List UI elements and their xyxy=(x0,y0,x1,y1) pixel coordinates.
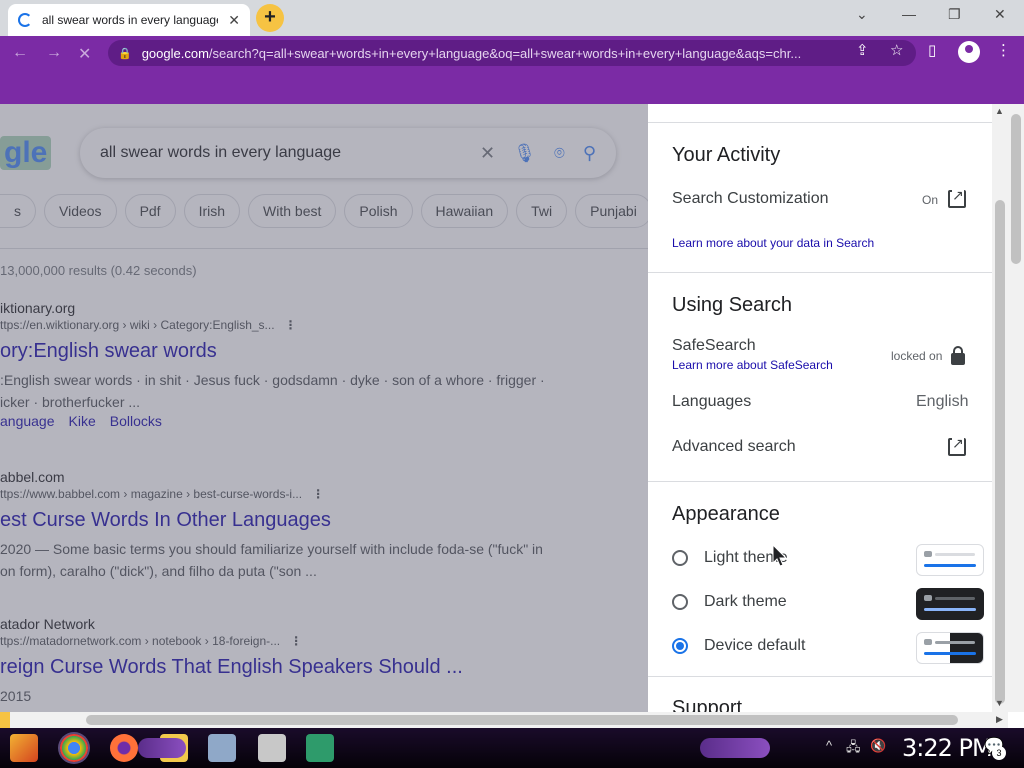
support-heading: Support xyxy=(672,697,743,712)
learn-more-data-link[interactable]: Learn more about your data in Search xyxy=(672,236,874,250)
dark-theme-radio[interactable] xyxy=(672,594,688,610)
advanced-search-label[interactable]: Advanced search xyxy=(672,438,796,456)
light-theme-preview[interactable] xyxy=(916,544,984,576)
loading-spinner-icon xyxy=(18,13,32,27)
tab-search-icon[interactable]: ⌄ xyxy=(856,6,868,23)
external-link-icon[interactable] xyxy=(948,187,966,208)
using-search-heading: Using Search xyxy=(672,294,793,316)
scrollbar-thumb[interactable] xyxy=(86,715,958,725)
appearance-heading: Appearance xyxy=(672,503,780,525)
volume-muted-icon[interactable]: 🔇 xyxy=(870,738,886,754)
dark-theme-label[interactable]: Dark theme xyxy=(704,593,787,611)
page-scrollbar[interactable] xyxy=(1008,104,1024,712)
publisher-icon[interactable] xyxy=(306,734,334,762)
back-button[interactable]: ← xyxy=(12,44,28,62)
lock-icon[interactable]: 🔒 xyxy=(118,47,132,60)
notification-count: 3 xyxy=(992,746,1006,760)
divider xyxy=(648,481,992,482)
bookmark-star-icon[interactable]: ☆ xyxy=(890,41,903,59)
toolbar: ← → ✕ 🔒 google.com/search?q=all+swear+wo… xyxy=(0,36,1024,70)
system-clock[interactable]: 3:22 PM xyxy=(902,734,993,762)
your-activity-heading: Your Activity xyxy=(672,144,781,166)
tab-title: all swear words in every language xyxy=(42,13,218,27)
external-link-icon[interactable] xyxy=(948,435,966,456)
scroll-up-arrow-icon[interactable]: ▲ xyxy=(995,106,1004,116)
divider xyxy=(648,272,992,273)
taskbar-decoration xyxy=(700,738,770,758)
network-icon[interactable]: 🖧 xyxy=(846,738,861,760)
search-customization-label[interactable]: Search Customization xyxy=(672,190,829,208)
scroll-right-arrow-icon[interactable]: ▶ xyxy=(996,714,1003,725)
bookmark-bar xyxy=(0,70,1024,104)
modal-scrim[interactable] xyxy=(0,104,648,712)
taskbar: ^ 🖧 🔇 3:22 PM 💬3 xyxy=(0,728,1024,768)
dark-theme-preview[interactable] xyxy=(916,588,984,620)
chrome-icon[interactable] xyxy=(60,734,88,762)
new-tab-button[interactable]: + xyxy=(256,4,284,32)
scrollbar-thumb[interactable] xyxy=(1011,114,1021,264)
restore-button[interactable]: ❐ xyxy=(948,6,961,23)
scroll-down-arrow-icon[interactable]: ▼ xyxy=(995,698,1004,708)
lock-icon xyxy=(951,346,965,365)
document-viewer-icon[interactable] xyxy=(258,734,286,762)
tab-close-icon[interactable]: ✕ xyxy=(228,12,240,29)
learn-more-safesearch-link[interactable]: Learn more about SafeSearch xyxy=(672,358,833,372)
device-default-radio[interactable] xyxy=(672,638,688,654)
safesearch-label[interactable]: SafeSearch xyxy=(672,337,756,355)
scroll-marker xyxy=(0,712,10,728)
address-bar[interactable]: 🔒 google.com/search?q=all+swear+words+in… xyxy=(108,40,916,66)
search-customization-value: On xyxy=(922,193,939,207)
tab-strip: all swear words in every language ✕ + ⌄ … xyxy=(0,0,1024,36)
languages-value[interactable]: English xyxy=(916,393,968,411)
light-theme-radio[interactable] xyxy=(672,550,688,566)
menu-kebab-icon[interactable]: ⋮ xyxy=(996,41,1011,59)
computer-icon[interactable] xyxy=(208,734,236,762)
scrollbar-thumb[interactable] xyxy=(995,200,1005,704)
panel-scrollbar[interactable]: ▲ ▼ xyxy=(992,104,1008,712)
show-hidden-icons-icon[interactable]: ^ xyxy=(826,738,832,753)
stop-button[interactable]: ✕ xyxy=(78,44,91,64)
close-window-button[interactable]: ✕ xyxy=(994,6,1006,23)
divider xyxy=(648,676,992,677)
divider xyxy=(648,122,992,123)
notification-icon[interactable]: 💬3 xyxy=(984,736,1008,760)
taskbar-decoration xyxy=(138,738,186,758)
browser-tab[interactable]: all swear words in every language ✕ xyxy=(8,4,250,36)
device-default-preview[interactable] xyxy=(916,632,984,664)
forward-button[interactable]: → xyxy=(46,44,62,62)
safesearch-value: locked on xyxy=(891,349,943,363)
device-default-label[interactable]: Device default xyxy=(704,637,805,655)
firefox-icon[interactable] xyxy=(110,734,138,762)
quick-settings-panel: Your Activity Search Customization On Le… xyxy=(648,104,992,712)
start-button-icon[interactable] xyxy=(10,734,38,762)
side-panel-icon[interactable]: ▯ xyxy=(928,41,936,59)
languages-label[interactable]: Languages xyxy=(672,393,751,411)
minimize-button[interactable]: — xyxy=(902,6,916,22)
share-icon[interactable]: ⇪ xyxy=(856,41,869,59)
profile-avatar-icon[interactable] xyxy=(958,41,980,63)
horizontal-scrollbar[interactable]: ▶ xyxy=(0,712,1008,728)
url-text[interactable]: google.com/search?q=all+swear+words+in+e… xyxy=(142,46,842,61)
mouse-cursor-icon xyxy=(772,544,788,567)
